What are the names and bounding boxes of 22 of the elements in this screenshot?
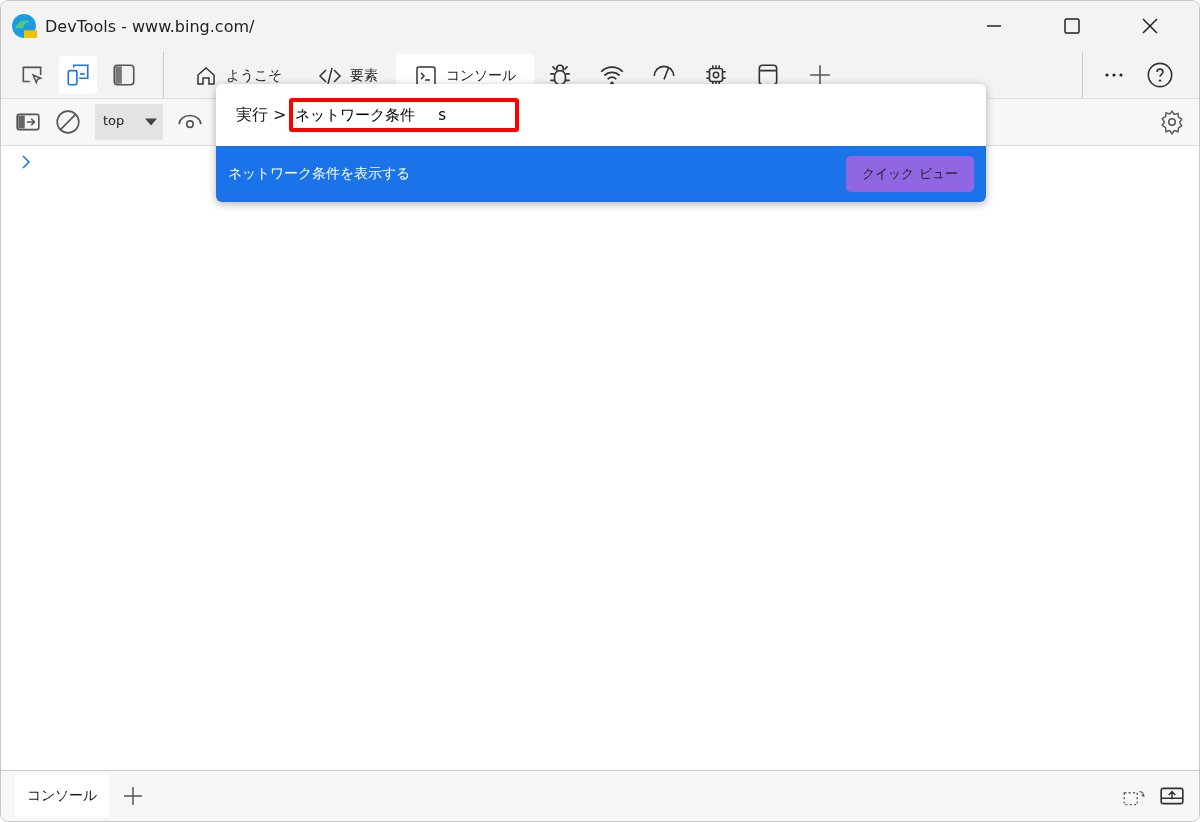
- panel-tab[interactable]: 要素: [300, 54, 396, 98]
- context-dropdown[interactable]: top: [95, 104, 163, 140]
- settings-icon[interactable]: [1159, 109, 1185, 135]
- drawer-tab[interactable]: コンソール: [15, 774, 109, 818]
- close-icon[interactable]: [1140, 16, 1160, 36]
- quick-view-button[interactable]: クイック ビュー: [846, 156, 974, 192]
- window-title: DevTools - www.bing.com/: [45, 16, 255, 36]
- device-emulation-icon[interactable]: [65, 61, 91, 88]
- maximize-icon[interactable]: [1062, 16, 1082, 36]
- dock-panel-icon[interactable]: [111, 61, 137, 88]
- command-prefix: 実行 >: [236, 104, 287, 126]
- help-icon[interactable]: [1146, 60, 1174, 89]
- add-icon[interactable]: [121, 784, 145, 808]
- home-icon: [194, 64, 218, 88]
- dropdown-caret-icon: [145, 116, 157, 128]
- panel-tab[interactable]: ようこそ: [176, 54, 300, 98]
- browser-logo-icon: [11, 13, 37, 39]
- clear-icon[interactable]: [55, 109, 81, 135]
- prompt-chevron-icon: [21, 155, 31, 169]
- command-result[interactable]: ネットワーク条件を表示する クイック ビュー: [216, 146, 986, 202]
- command-input[interactable]: ネットワーク条件 s: [288, 98, 519, 132]
- command-result-label: ネットワーク条件を表示する: [228, 165, 410, 183]
